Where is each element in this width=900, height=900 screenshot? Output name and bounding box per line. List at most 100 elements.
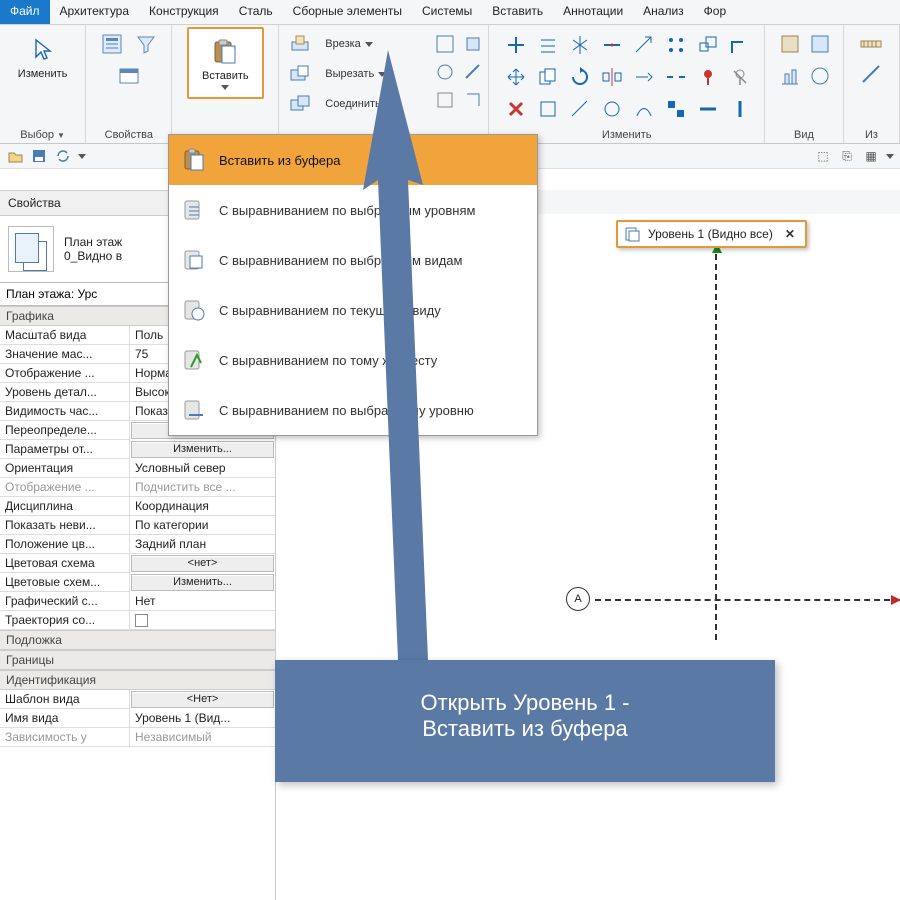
cope-button[interactable]: Врезка — [321, 29, 377, 59]
tool-icon[interactable] — [596, 93, 628, 125]
menu-systems[interactable]: Системы — [412, 0, 482, 24]
rotate-icon[interactable] — [564, 61, 596, 93]
geom-tool-icon[interactable] — [430, 85, 460, 115]
pin-icon[interactable] — [692, 61, 724, 93]
join-geom-icon[interactable] — [285, 89, 315, 119]
paste-aligned-views-item[interactable]: С выравниванием по выбранным видам — [169, 235, 537, 285]
paste-aligned-current-view-item[interactable]: С выравниванием по текущему виду — [169, 285, 537, 335]
join-button[interactable]: Соединить — [321, 89, 397, 119]
geom-tool-icon[interactable] — [458, 29, 488, 59]
modify-button[interactable]: Изменить — [11, 29, 75, 85]
view-tab-label: Уровень 1 (Видно все) — [648, 227, 773, 241]
open-icon[interactable] — [6, 147, 24, 165]
view-tab-callout[interactable]: Уровень 1 (Видно все) ✕ — [616, 220, 807, 248]
panel-measure-label: Из — [865, 127, 878, 141]
clipboard-levels-icon — [179, 195, 209, 225]
menu-annotate[interactable]: Аннотации — [553, 0, 633, 24]
mirror-icon[interactable] — [564, 29, 596, 61]
qat-icon[interactable]: ⬚ — [814, 147, 832, 165]
property-value[interactable]: По категории — [130, 516, 275, 535]
array-icon[interactable] — [660, 29, 692, 61]
mirror-axis-icon[interactable] — [596, 61, 628, 93]
menu-structure[interactable]: Конструкция — [139, 0, 229, 24]
tool-icon[interactable] — [628, 93, 660, 125]
property-value[interactable]: Задний план — [130, 535, 275, 554]
property-value[interactable] — [130, 611, 275, 630]
paste-aligned-levels-item[interactable]: С выравниванием по выбранным уровням — [169, 185, 537, 235]
property-key: Положение цв... — [0, 535, 130, 554]
property-value[interactable]: Нет — [130, 592, 275, 611]
panel-modify-label: Изменить — [602, 127, 652, 141]
close-icon[interactable]: ✕ — [781, 227, 799, 241]
properties-icon[interactable] — [97, 29, 127, 59]
measure-icon[interactable] — [856, 29, 886, 59]
category-identity[interactable]: Идентификация — [0, 670, 275, 690]
split-icon[interactable] — [596, 29, 628, 61]
property-edit-button[interactable]: <нет> — [131, 555, 274, 572]
copy-icon[interactable] — [532, 61, 564, 93]
tool-icon[interactable] — [692, 93, 724, 125]
sync-icon[interactable] — [54, 147, 72, 165]
menu-precast[interactable]: Сборные элементы — [283, 0, 412, 24]
paste-split-button[interactable]: Вставить — [187, 27, 264, 99]
split-gap-icon[interactable] — [660, 61, 692, 93]
property-value[interactable]: Уровень 1 (Вид... — [130, 709, 275, 728]
trim-icon[interactable] — [628, 29, 660, 61]
category-extents[interactable]: Границы — [0, 650, 275, 670]
paste-from-clipboard-item[interactable]: Вставить из буфера — [169, 135, 537, 185]
move-icon[interactable] — [500, 61, 532, 93]
clipboard-icon — [179, 145, 209, 175]
cut-button[interactable]: Вырезать — [321, 59, 390, 89]
paste-aligned-picked-level-item[interactable]: С выравниванием по выбранному уровню — [169, 385, 537, 435]
measure-icon[interactable] — [856, 59, 886, 89]
cut-geom-icon[interactable] — [285, 59, 315, 89]
menu-steel[interactable]: Сталь — [229, 0, 283, 24]
save-icon[interactable] — [30, 147, 48, 165]
view-tool-icon[interactable] — [775, 61, 805, 91]
property-edit-button[interactable]: Изменить... — [131, 574, 274, 591]
chevron-down-icon — [385, 102, 393, 107]
qat-icon[interactable]: ⎘ — [838, 147, 856, 165]
tool-icon[interactable] — [532, 93, 564, 125]
geom-tool-icon[interactable] — [430, 57, 460, 87]
chevron-down-icon[interactable] — [78, 154, 86, 159]
geom-tool-icon[interactable] — [430, 29, 460, 59]
menu-file[interactable]: Файл — [0, 0, 50, 24]
qat-icon[interactable]: ▦ — [862, 147, 880, 165]
offset-icon[interactable] — [532, 29, 564, 61]
property-value[interactable]: Независимый — [130, 728, 275, 747]
extend-icon[interactable] — [628, 61, 660, 93]
property-edit-button[interactable]: Изменить... — [131, 441, 274, 458]
unpin-icon[interactable] — [724, 61, 756, 93]
filter-icon[interactable] — [131, 29, 161, 59]
scale-icon[interactable] — [692, 29, 724, 61]
paste-aligned-same-place-item[interactable]: С выравниванием по тому же месту — [169, 335, 537, 385]
category-underlay[interactable]: Подложка — [0, 630, 275, 650]
geom-tool-icon[interactable] — [458, 57, 488, 87]
grid-bubble[interactable]: A — [566, 587, 590, 611]
property-value[interactable]: Подчистить все ... — [130, 478, 275, 497]
type-properties-icon[interactable] — [114, 61, 144, 91]
corner-trim-icon[interactable] — [724, 29, 756, 61]
menu-insert[interactable]: Вставить — [482, 0, 553, 24]
tool-icon[interactable] — [564, 93, 596, 125]
geom-tool-icon[interactable] — [458, 85, 488, 115]
menu-analyze[interactable]: Анализ — [633, 0, 694, 24]
property-edit-button[interactable]: <Нет> — [131, 691, 274, 708]
property-value[interactable]: Координация — [130, 497, 275, 516]
tool-icon[interactable] — [660, 93, 692, 125]
join-label: Соединить — [325, 98, 381, 110]
delete-icon[interactable] — [500, 93, 532, 125]
annotation-line2: Вставить из буфера — [295, 716, 755, 742]
chevron-down-icon[interactable] — [886, 154, 894, 159]
view-tool-icon[interactable] — [775, 29, 805, 59]
view-tool-icon[interactable] — [805, 29, 835, 59]
property-value[interactable]: Условный север — [130, 459, 275, 478]
align-icon[interactable] — [500, 29, 532, 61]
menu-architecture[interactable]: Архитектура — [50, 0, 140, 24]
chevron-down-icon — [378, 72, 386, 77]
menu-truncated[interactable]: Фор — [694, 0, 736, 24]
cope-icon[interactable] — [285, 29, 315, 59]
tool-icon[interactable] — [724, 93, 756, 125]
view-tool-icon[interactable] — [805, 61, 835, 91]
